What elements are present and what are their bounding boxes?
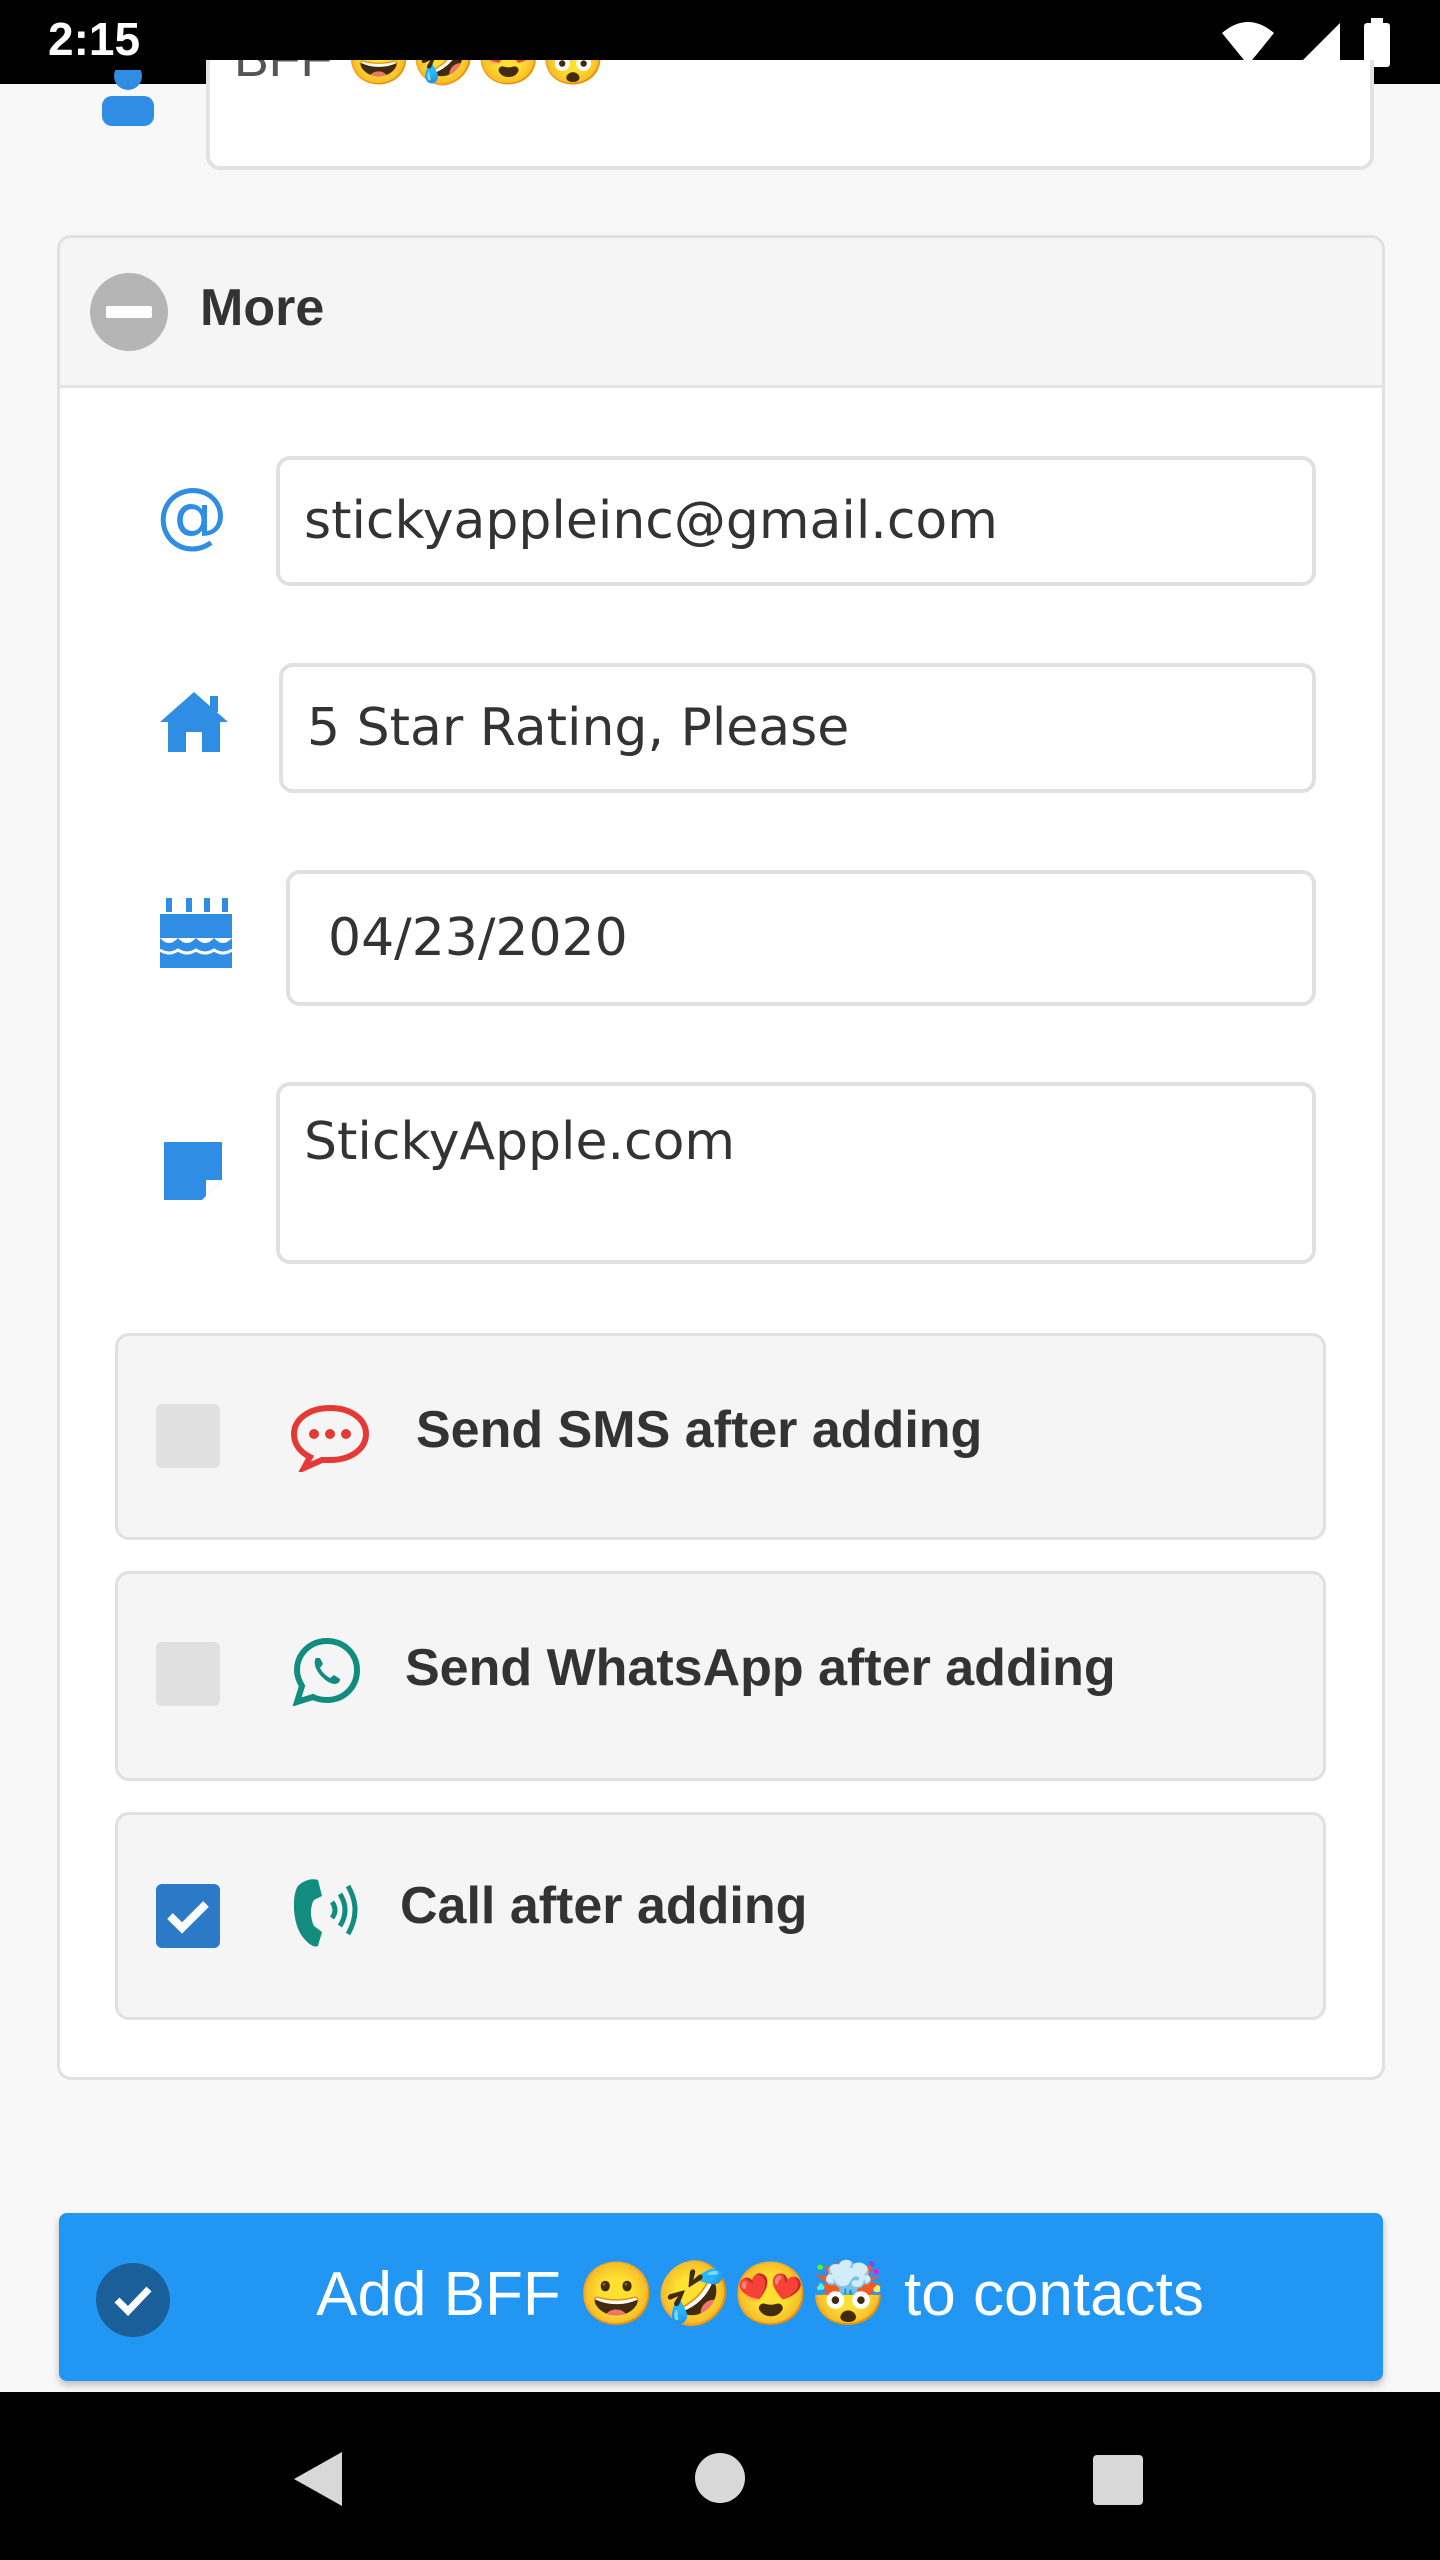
recents-icon[interactable]	[1092, 2454, 1144, 2506]
birthday-cake-icon	[156, 890, 236, 970]
notes-field[interactable]: StickyApple.com	[276, 1082, 1316, 1264]
more-title: More	[200, 279, 325, 337]
name-field-value: BFF 😀🤣😍🤯	[234, 60, 606, 88]
address-field-value: 5 Star Rating, Please	[307, 698, 850, 758]
home-icon	[156, 688, 232, 756]
navigation-bar	[0, 2392, 1440, 2560]
status-time: 2:15	[48, 13, 141, 65]
birthday-field[interactable]: 04/23/2020	[286, 870, 1316, 1006]
sms-option-label: Send SMS after adding	[416, 1401, 983, 1459]
whatsapp-icon	[292, 1636, 362, 1707]
notes-field-value: StickyApple.com	[304, 1112, 736, 1172]
call-option-label: Call after adding	[400, 1877, 808, 1935]
check-circle-icon	[96, 2263, 170, 2337]
call-checkbox[interactable]	[156, 1884, 220, 1948]
phone-call-icon	[290, 1872, 358, 1952]
whatsapp-option-label: Send WhatsApp after adding	[405, 1639, 1116, 1697]
whatsapp-checkbox[interactable]	[156, 1642, 220, 1706]
name-field[interactable]: BFF 😀🤣😍🤯	[206, 60, 1374, 170]
add-to-contacts-label: Add BFF 😀🤣😍🤯 to contacts	[316, 2260, 1204, 2329]
sms-checkbox[interactable]	[156, 1404, 220, 1468]
sms-bubble-icon	[290, 1402, 370, 1475]
at-icon: @	[156, 472, 228, 556]
email-field[interactable]: stickyappleinc@gmail.com	[276, 456, 1316, 586]
back-icon[interactable]	[290, 2448, 346, 2510]
person-icon	[98, 62, 158, 130]
home-nav-icon[interactable]	[694, 2452, 746, 2504]
birthday-field-value: 04/23/2020	[328, 908, 628, 968]
collapse-toggle-icon[interactable]	[90, 273, 168, 351]
checkmark-icon	[167, 1901, 209, 1934]
address-field[interactable]: 5 Star Rating, Please	[279, 663, 1316, 793]
note-icon	[158, 1136, 228, 1206]
email-field-value: stickyappleinc@gmail.com	[304, 491, 998, 551]
